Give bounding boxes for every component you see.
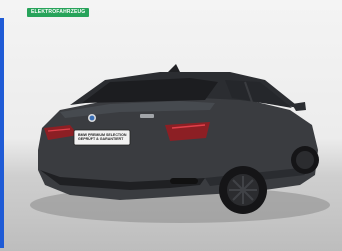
exhaust: [170, 178, 198, 184]
bmw-logo-inner: [89, 115, 95, 121]
car-illustration: [30, 64, 330, 223]
license-plate-text: BMW PREMIUM SELECTION GEPRÜFT & GARANTIE…: [78, 133, 128, 142]
rear-window: [82, 78, 218, 103]
front-rim: [296, 151, 314, 169]
antenna: [168, 64, 180, 72]
model-badge: [140, 114, 154, 118]
status-badge: ELEKTROFAHRZEUG: [27, 8, 90, 17]
rear-rim-spokes: [229, 176, 257, 204]
plate-line-2: GEPRÜFT & GARANTIERT: [78, 137, 124, 142]
